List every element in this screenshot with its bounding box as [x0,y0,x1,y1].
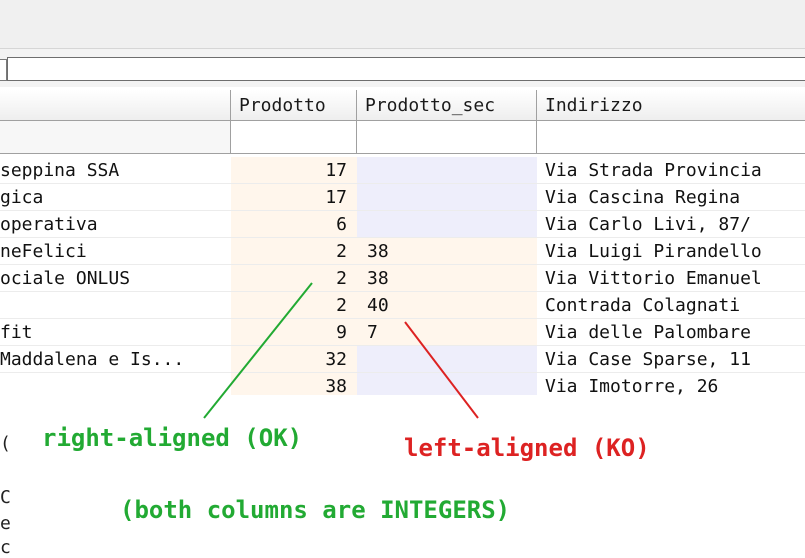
column-header-indirizzo[interactable]: Indirizzo [537,90,805,121]
cell-prodotto[interactable]: 17 [231,184,357,211]
filter-cell-indirizzo[interactable] [537,121,805,154]
cell-name[interactable]: Maddalena e Is... [0,346,231,373]
cell-prodotto-sec[interactable]: 7 [357,319,537,346]
column-header-prodotto[interactable]: Prodotto [231,90,357,121]
cell-indirizzo[interactable]: Via Luigi Pirandello [537,238,805,265]
annotation-right-aligned: right-aligned (OK) [42,424,303,452]
annotation-note: (both columns are INTEGERS) [120,496,511,524]
cell-prodotto[interactable]: 2 [231,238,357,265]
column-header-prodotto-sec[interactable]: Prodotto_sec [357,90,537,121]
cell-prodotto-sec[interactable]: 40 [357,292,537,319]
filter-cell-prodotto-sec[interactable] [357,121,537,154]
filter-cell-stub [0,121,231,154]
filter-input[interactable] [7,57,805,81]
cell-prodotto-sec[interactable] [357,211,537,238]
cell-indirizzo[interactable]: Via Vittorio Emanuel [537,265,805,292]
cell-name[interactable]: fit [0,319,231,346]
cell-indirizzo[interactable]: Contrada Colagnati [537,292,805,319]
cell-prodotto[interactable]: 6 [231,211,357,238]
annotation-panel [20,395,805,555]
cell-name[interactable]: ociale ONLUS [0,265,231,292]
cell-name[interactable]: operativa [0,211,231,238]
filter-bar [0,49,805,87]
cell-name[interactable]: gica [0,184,231,211]
cell-name[interactable]: seppina SSA [0,157,231,184]
partial-left-column: ( C e c [0,395,20,558]
cell-prodotto[interactable]: 17 [231,157,357,184]
partial-text: ( [0,433,11,454]
cell-prodotto[interactable]: 32 [231,346,357,373]
cell-indirizzo[interactable]: Via Carlo Livi, 87/ [537,211,805,238]
cell-indirizzo[interactable]: Via Case Sparse, 11 [537,346,805,373]
cell-prodotto[interactable]: 2 [231,292,357,319]
partial-text: C [0,487,11,508]
cell-prodotto-sec[interactable]: 38 [357,265,537,292]
cell-prodotto-sec[interactable] [357,346,537,373]
filter-label-stub [0,59,7,81]
cell-prodotto[interactable]: 9 [231,319,357,346]
cell-prodotto-sec[interactable]: 38 [357,238,537,265]
partial-text: e [0,513,11,534]
window-top-bar [0,0,805,49]
annotation-left-aligned: left-aligned (KO) [404,434,650,462]
filter-cell-prodotto[interactable] [231,121,357,154]
cell-indirizzo[interactable]: Via Cascina Regina [537,184,805,211]
header-stub[interactable] [0,90,231,121]
cell-name[interactable]: neFelici [0,238,231,265]
cell-prodotto-sec[interactable] [357,184,537,211]
cell-name[interactable] [0,292,231,319]
cell-indirizzo[interactable]: Via Strada Provincia [537,157,805,184]
cell-prodotto-sec[interactable] [357,157,537,184]
cell-prodotto[interactable]: 2 [231,265,357,292]
cell-indirizzo[interactable]: Via delle Palombare [537,319,805,346]
